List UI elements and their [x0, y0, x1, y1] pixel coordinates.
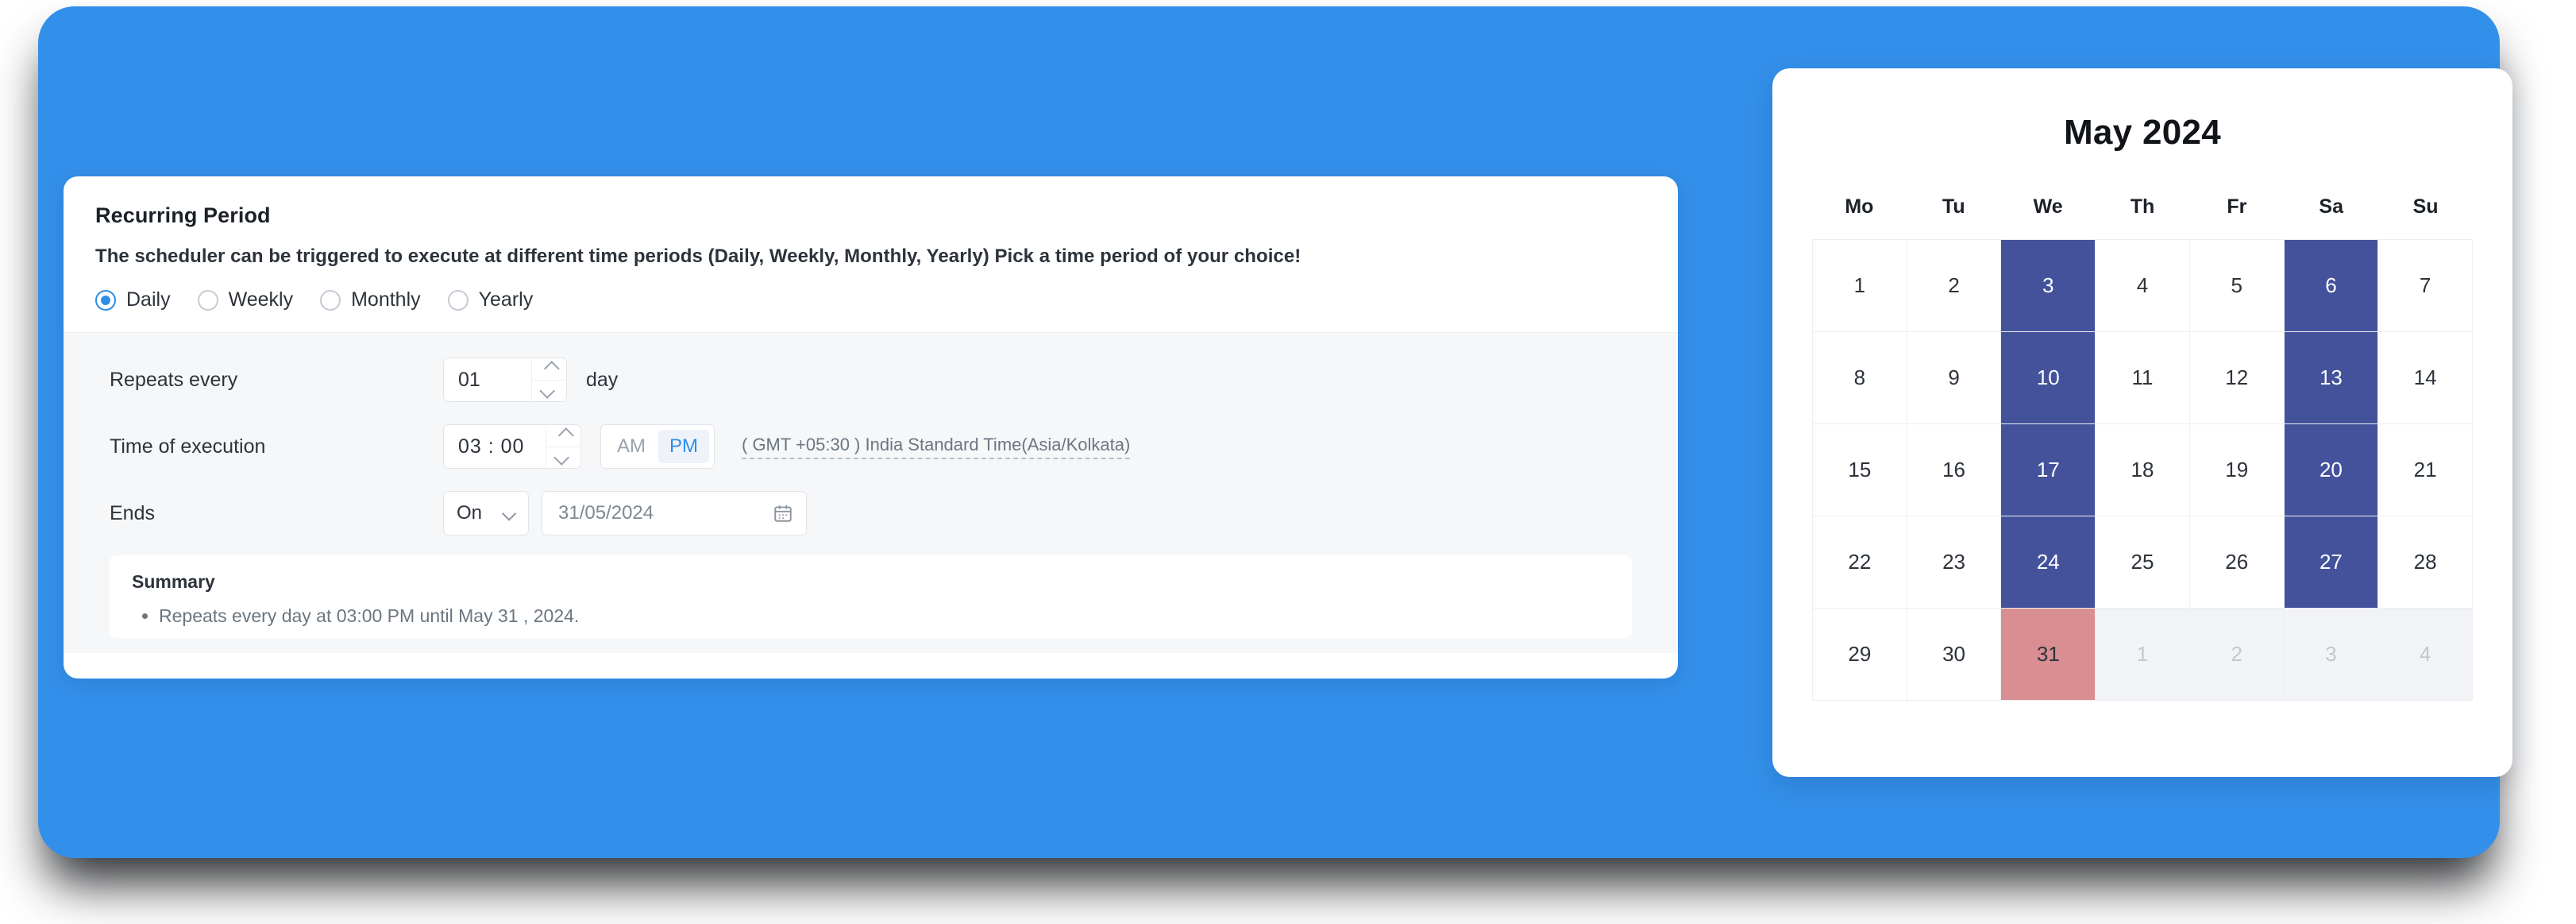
recurring-period-card: Recurring Period The scheduler can be tr…: [64, 176, 1678, 679]
calendar-day-cell[interactable]: 3: [2001, 240, 2096, 332]
radio-icon: [197, 289, 218, 311]
calendar-day-cell[interactable]: 20: [2284, 424, 2379, 516]
repeats-every-row: Repeats every 01 day: [110, 355, 1632, 404]
summary-list-item: Repeats every day at 03:00 PM until May …: [159, 605, 1610, 627]
meridiem-toggle: AM PM: [600, 424, 715, 469]
calendar-day-cell[interactable]: 18: [2096, 424, 2190, 516]
stepper-increment-button[interactable]: [532, 358, 566, 381]
calendar-day-cell[interactable]: 12: [2189, 332, 2285, 424]
calendar-day-cell[interactable]: 11: [2096, 332, 2190, 424]
timezone-link[interactable]: ( GMT +05:30 ) India Standard Time(Asia/…: [742, 435, 1131, 459]
calendar-day-cell[interactable]: 28: [2378, 516, 2473, 609]
weekday-label-su: Su: [2412, 195, 2439, 218]
radio-icon: [320, 289, 341, 311]
chevron-down-icon: [501, 505, 517, 521]
calendar-day-cell[interactable]: 1: [2096, 609, 2190, 701]
calendar-day-cell[interactable]: 27: [2284, 516, 2379, 609]
schedule-fields-panel: Repeats every 01 day Time of execution 0…: [64, 332, 1678, 653]
calendar-day-cell[interactable]: 10: [2001, 332, 2096, 424]
calendar-month-title: May 2024: [2063, 113, 2222, 152]
frequency-option-weekly[interactable]: Weekly: [197, 288, 294, 311]
frequency-option-label: Monthly: [351, 288, 421, 311]
calendar-day-cell[interactable]: 21: [2378, 424, 2473, 516]
frequency-option-label: Weekly: [228, 288, 294, 311]
calendar-day-cell[interactable]: 6: [2284, 240, 2379, 332]
weekday-label-th: Th: [2130, 195, 2155, 218]
radio-icon: [447, 289, 469, 311]
time-of-execution-label: Time of execution: [110, 435, 266, 458]
frequency-option-yearly[interactable]: Yearly: [447, 288, 534, 311]
calendar-day-cell[interactable]: 15: [1813, 424, 1907, 516]
calendar-day-cell[interactable]: 7: [2378, 240, 2473, 332]
frequency-option-monthly[interactable]: Monthly: [320, 288, 421, 311]
calendar-day-cell[interactable]: 8: [1813, 332, 1907, 424]
chevron-up-icon: [543, 361, 560, 377]
summary-title: Summary: [132, 571, 215, 592]
calendar-day-cell[interactable]: 13: [2284, 332, 2379, 424]
repeats-every-unit: day: [586, 368, 619, 391]
chevron-down-icon: [553, 449, 569, 466]
calendar-day-cell[interactable]: 31: [2001, 609, 2096, 701]
calendar-day-cell[interactable]: 5: [2189, 240, 2285, 332]
weekday-label-fr: Fr: [2227, 195, 2247, 218]
time-stepper-buttons: [546, 425, 580, 468]
calendar-day-cell[interactable]: 2: [2189, 609, 2285, 701]
time-stepper[interactable]: 03 : 00: [443, 424, 581, 469]
repeats-every-stepper[interactable]: 01: [443, 358, 567, 402]
calendar-day-cell[interactable]: 17: [2001, 424, 2096, 516]
calendar-day-cell[interactable]: 23: [1907, 516, 2002, 609]
calendar-day-cell[interactable]: 14: [2378, 332, 2473, 424]
calendar-day-cell[interactable]: 16: [1907, 424, 2002, 516]
weekday-label-mo: Mo: [1845, 195, 1874, 218]
summary-list: Repeats every day at 03:00 PM until May …: [132, 605, 1610, 627]
ends-row: Ends On 31/05/2024: [110, 489, 1632, 538]
meridiem-am-button[interactable]: AM: [606, 430, 657, 463]
frequency-radio-group: Daily Weekly Monthly Yearly: [95, 288, 1646, 332]
page-title: Recurring Period: [95, 203, 271, 227]
time-of-execution-row: Time of execution 03 : 00 AM PM ( GMT +0…: [110, 422, 1632, 471]
ends-date-value: 31/05/2024: [558, 502, 654, 524]
calendar-weekday-header: Mo Tu We Th Fr Sa Su: [1812, 195, 2473, 218]
calendar-day-grid: 1 2 3 4 5 6 7 8 9 10 11 12 13 14 15 16 17 18 19 20 21 22 23 24 2…: [1812, 239, 2473, 701]
time-input[interactable]: 03 : 00: [444, 425, 546, 468]
calendar-day-cell[interactable]: 30: [1907, 609, 2002, 701]
calendar-day-cell[interactable]: 24: [2001, 516, 2096, 609]
stepper-decrement-button[interactable]: [532, 381, 566, 402]
calendar-day-cell[interactable]: 26: [2189, 516, 2285, 609]
time-decrement-button[interactable]: [546, 447, 580, 469]
screenshot-stage: Recurring Period The scheduler can be tr…: [0, 0, 2576, 924]
ends-mode-select[interactable]: On: [443, 491, 529, 535]
calendar-day-cell[interactable]: 4: [2096, 240, 2190, 332]
time-increment-button[interactable]: [546, 425, 580, 447]
ends-label: Ends: [110, 501, 155, 524]
meridiem-pm-button[interactable]: PM: [658, 429, 709, 464]
weekday-label-we: We: [2033, 195, 2063, 218]
repeats-every-label: Repeats every: [110, 368, 238, 391]
calendar-icon: [774, 505, 792, 522]
calendar-day-cell[interactable]: 22: [1813, 516, 1907, 609]
repeats-every-input[interactable]: 01: [444, 358, 531, 401]
summary-panel: Summary Repeats every day at 03:00 PM un…: [110, 555, 1632, 638]
weekday-label-sa: Sa: [2319, 195, 2343, 218]
calendar-day-cell[interactable]: 25: [2096, 516, 2190, 609]
calendar-day-cell[interactable]: 9: [1907, 332, 2002, 424]
calendar-day-cell[interactable]: 3: [2284, 609, 2379, 701]
frequency-option-daily[interactable]: Daily: [95, 288, 171, 311]
calendar-day-cell[interactable]: 1: [1813, 240, 1907, 332]
calendar-card: May 2024 Mo Tu We Th Fr Sa Su 1234567891…: [1772, 68, 2512, 777]
weekday-label-tu: Tu: [1942, 195, 1965, 218]
frequency-option-label: Daily: [126, 288, 171, 311]
frequency-option-label: Yearly: [478, 288, 534, 311]
calendar-day-cell[interactable]: 2: [1907, 240, 2002, 332]
calendar-day-cell[interactable]: 4: [2378, 609, 2473, 701]
radio-icon: [95, 289, 116, 311]
ends-mode-value: On: [457, 502, 483, 524]
stepper-buttons: [531, 358, 566, 401]
calendar-day-cell[interactable]: 29: [1813, 609, 1907, 701]
ends-date-field[interactable]: 31/05/2024: [542, 491, 807, 535]
chevron-up-icon: [557, 427, 574, 444]
chevron-down-icon: [538, 382, 555, 399]
page-description: The scheduler can be triggered to execut…: [95, 245, 1301, 267]
calendar-day-cell[interactable]: 19: [2189, 424, 2285, 516]
